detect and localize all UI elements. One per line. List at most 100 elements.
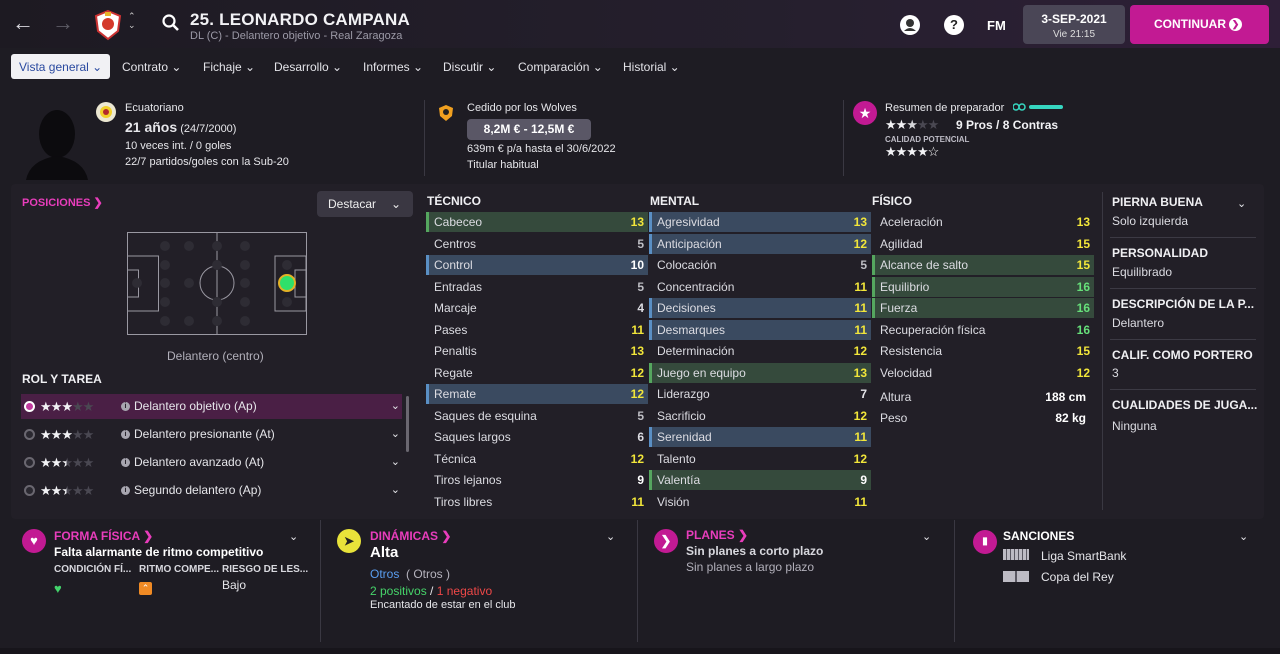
attribute-row-fisico[interactable]: Velocidad 12 — [872, 363, 1094, 383]
role-radio[interactable] — [24, 457, 35, 468]
chevron-down-icon[interactable]: ⌄ — [1239, 530, 1248, 543]
divider — [320, 520, 321, 642]
attribute-row-mental[interactable]: Sacrificio 12 — [649, 406, 871, 426]
continue-button[interactable]: CONTINUAR ❯ — [1130, 5, 1269, 44]
attribute-row-mental[interactable]: Anticipación 12 — [649, 233, 871, 254]
chevron-down-icon[interactable]: ⌄ — [922, 530, 931, 543]
divider — [1102, 192, 1103, 510]
search-icon[interactable] — [162, 14, 180, 35]
info-icon[interactable]: i — [121, 430, 130, 439]
chevron-down-icon[interactable]: ⌄ — [391, 422, 400, 447]
dynamics-title[interactable]: DINÁMICAS ❯ — [370, 529, 451, 543]
menu-contrato[interactable]: Contrato ⌄ — [122, 60, 181, 74]
role-row[interactable]: ★★★★★ i Delantero objetivo (Ap) ⌄ — [21, 394, 402, 419]
attribute-row-mental[interactable]: Agresividad 13 — [649, 212, 871, 232]
menu-informes[interactable]: Informes ⌄ — [363, 60, 423, 74]
role-row[interactable]: ★★★★★ i Delantero avanzado (At) ⌄ — [21, 450, 402, 475]
attribute-row-tecnico[interactable]: Saques largos 6 — [426, 427, 648, 447]
menu-vista-general[interactable]: Vista general ⌄ — [11, 54, 111, 79]
attribute-row-tecnico[interactable]: Pases 11 — [426, 320, 648, 340]
role-row[interactable]: ★★★★★ i Segundo delantero (Ap) ⌄ — [21, 478, 402, 503]
attribute-row-fisico[interactable]: Equilibrio 16 — [872, 276, 1094, 297]
info-icon[interactable]: i — [121, 486, 130, 495]
weight-label: Peso — [880, 411, 908, 425]
date-box[interactable]: 3-SEP-2021 Vie 21:15 — [1023, 5, 1125, 44]
attribute-row-tecnico[interactable]: Marcaje 4 — [426, 298, 648, 318]
menu-desarrollo[interactable]: Desarrollo ⌄ — [274, 60, 342, 74]
highlight-dropdown[interactable]: Destacar ⌄ — [317, 191, 413, 217]
attribute-row-fisico[interactable]: Resistencia 15 — [872, 341, 1094, 361]
player-age: 21 años — [125, 119, 178, 135]
attribute-row-mental[interactable]: Decisiones 11 — [649, 298, 871, 318]
attribute-row-mental[interactable]: Valentía 9 — [649, 470, 871, 490]
attribute-name: Liderazgo — [657, 387, 710, 401]
attribute-row-tecnico[interactable]: Entradas 5 — [426, 277, 648, 297]
pros-cons[interactable]: 9 Pros / 8 Contras — [956, 118, 1058, 132]
attribute-row-tecnico[interactable]: Remate 12 — [426, 384, 648, 404]
attribute-row-tecnico[interactable]: Saques de esquina 5 — [426, 406, 648, 426]
chevron-down-icon[interactable]: ⌄ — [606, 530, 615, 543]
club-crest-icon[interactable] — [92, 9, 124, 41]
attribute-row-tecnico[interactable]: Regate 12 — [426, 363, 648, 383]
wage-contract: 639m € p/a hasta el 30/6/2022 — [467, 143, 616, 155]
help-icon[interactable]: ? — [944, 15, 964, 35]
positions-title[interactable]: POSICIONES ❯ — [22, 196, 103, 209]
value-chip[interactable]: 8,2M € - 12,5M € — [467, 119, 591, 140]
attribute-row-mental[interactable]: Determinación 12 — [649, 341, 871, 361]
attribute-row-fisico[interactable]: Aceleración 13 — [872, 212, 1094, 232]
menu-comparacion[interactable]: Comparación ⌄ — [518, 60, 603, 74]
attribute-row-tecnico[interactable]: Control 10 — [426, 255, 648, 275]
injury-risk-label: RIESGO DE LES... — [222, 564, 309, 575]
attribute-name: Colocación — [657, 258, 717, 272]
dynamics-group[interactable]: Otros — [370, 567, 399, 581]
attribute-row-tecnico[interactable]: Tiros lejanos 9 — [426, 470, 648, 490]
info-icon[interactable]: i — [121, 402, 130, 411]
arrow-left-icon[interactable]: ← — [12, 12, 34, 34]
attribute-row-tecnico[interactable]: Técnica 12 — [426, 449, 648, 469]
attribute-row-fisico[interactable]: Recuperación física 16 — [872, 320, 1094, 340]
role-row[interactable]: ★★★★★ i Delantero presionante (At) ⌄ — [21, 422, 402, 447]
attribute-row-mental[interactable]: Juego en equipo 13 — [649, 362, 871, 383]
attribute-row-tecnico[interactable]: Penaltis 13 — [426, 341, 648, 361]
social-feed-icon[interactable] — [900, 15, 920, 35]
attribute-row-mental[interactable]: Talento 12 — [649, 449, 871, 469]
chevron-down-icon[interactable]: ⌄ — [391, 478, 400, 503]
attribute-row-tecnico[interactable]: Cabeceo 13 — [426, 212, 648, 232]
attribute-row-tecnico[interactable]: Tiros libres 11 — [426, 492, 648, 512]
attribute-row-tecnico[interactable]: Centros 5 — [426, 234, 648, 254]
role-radio[interactable] — [24, 429, 35, 440]
attribute-row-mental[interactable]: Serenidad 11 — [649, 427, 871, 447]
chevron-down-icon[interactable]: ⌄ — [391, 450, 400, 475]
attribute-value: 15 — [1076, 236, 1090, 251]
attribute-row-fisico[interactable]: Agilidad 15 — [872, 234, 1094, 254]
arrow-right-icon[interactable]: → — [52, 12, 74, 34]
plans-title[interactable]: PLANES ❯ — [686, 528, 748, 542]
attribute-row-mental[interactable]: Colocación 5 — [649, 255, 871, 275]
fitness-title[interactable]: FORMA FÍSICA ❯ — [54, 529, 153, 543]
menu-discutir[interactable]: Discutir ⌄ — [443, 60, 496, 74]
attribute-name: Agresividad — [657, 215, 720, 229]
attribute-row-fisico[interactable]: Alcance de salto 15 — [872, 255, 1094, 275]
role-radio[interactable] — [24, 401, 35, 412]
info-icon[interactable]: i — [121, 458, 130, 467]
chevron-down-icon[interactable]: ⌄ — [289, 530, 298, 543]
potential-label: CALIDAD POTENCIAL — [885, 135, 970, 144]
attribute-row-mental[interactable]: Liderazgo 7 — [649, 384, 871, 404]
role-radio[interactable] — [24, 485, 35, 496]
loan-status[interactable]: Cedido por los Wolves — [467, 102, 577, 114]
attribute-row-mental[interactable]: Concentración 11 — [649, 277, 871, 297]
squad-status: Titular habitual — [467, 159, 539, 171]
club-switch-chevron-icon[interactable]: ⌃ ⌄ — [128, 12, 136, 30]
menu-historial[interactable]: Historial ⌄ — [623, 60, 680, 74]
attribute-row-fisico[interactable]: Fuerza 16 — [872, 298, 1094, 318]
attribute-row-mental[interactable]: Desmarques 11 — [649, 319, 871, 340]
chevron-down-icon[interactable]: ⌄ — [391, 394, 400, 419]
role-stars: ★★★★★ — [40, 399, 94, 414]
chevron-down-icon[interactable]: ⌄ — [1237, 197, 1246, 210]
coach-report-label[interactable]: Resumen de preparador — [885, 102, 1004, 114]
menu-fichaje[interactable]: Fichaje ⌄ — [203, 60, 255, 74]
coach-report-star-icon[interactable]: ★ — [853, 101, 877, 125]
fm-logo[interactable]: FM — [987, 18, 1006, 33]
roles-scrollbar[interactable] — [406, 396, 409, 452]
attribute-row-mental[interactable]: Visión 11 — [649, 492, 871, 512]
